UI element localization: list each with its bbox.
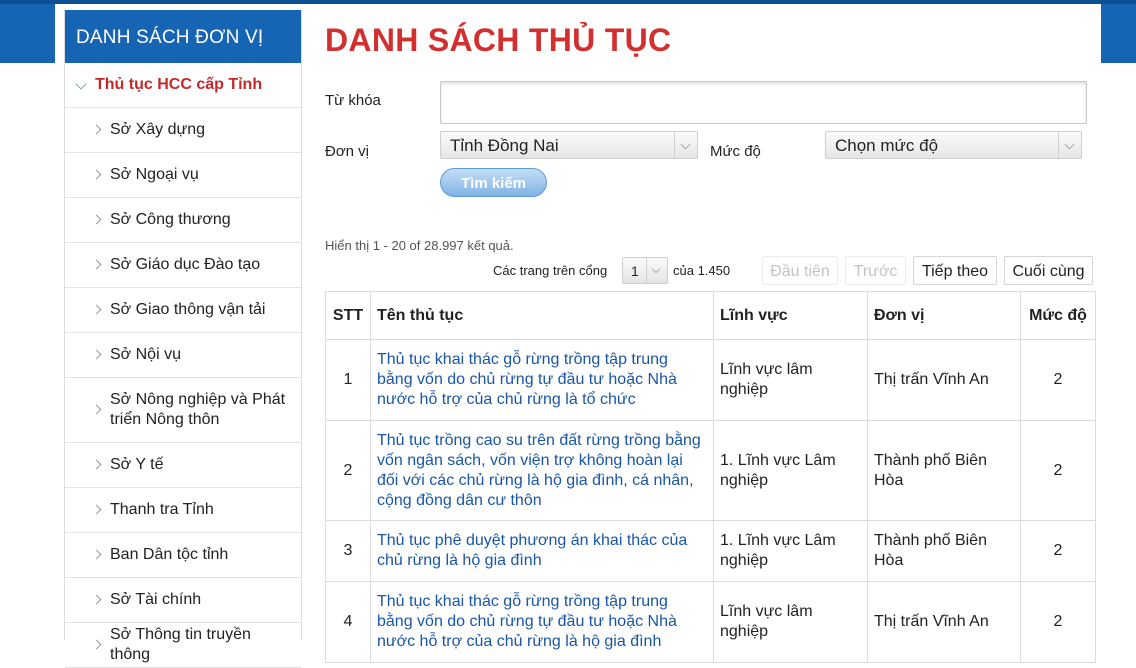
chevron-right-icon bbox=[91, 124, 102, 135]
chevron-right-icon bbox=[91, 214, 102, 225]
first-page-button[interactable]: Đầu tiên bbox=[762, 256, 838, 285]
page-title: DANH SÁCH THỦ TỤC bbox=[325, 22, 672, 58]
procedure-link[interactable]: Thủ tục khai thác gỗ rừng trồng tập trun… bbox=[370, 581, 714, 663]
sidebar-item-label: Sở Công thương bbox=[110, 211, 231, 228]
chevron-right-icon bbox=[91, 349, 102, 360]
results-summary: Hiển thị 1 - 20 of 28.997 kết quả. bbox=[325, 238, 514, 253]
table-row: 2 Thủ tục trồng cao su trên đất rừng trồ… bbox=[325, 420, 1096, 521]
chevron-right-icon bbox=[91, 169, 102, 180]
chevron-down-icon bbox=[674, 132, 697, 158]
pages-label: Các trang trên cổng bbox=[493, 263, 608, 278]
keyword-input[interactable] bbox=[440, 81, 1087, 124]
sidebar-item-label: Sở Nội vụ bbox=[110, 346, 181, 363]
sidebar-item-finance[interactable]: Sở Tài chính bbox=[65, 578, 301, 623]
chevron-right-icon bbox=[91, 504, 102, 515]
sidebar-item-inspectorate[interactable]: Thanh tra Tỉnh bbox=[65, 488, 301, 533]
table-row: 1 Thủ tục khai thác gỗ rừng trồng tập tr… bbox=[325, 339, 1096, 421]
cell-level: 2 bbox=[1020, 581, 1096, 663]
cell-field: Lĩnh vực lâm nghiệp bbox=[713, 581, 868, 663]
sidebar-item-label: Sở Ngoại vụ bbox=[110, 166, 199, 183]
page-number-value: 1 bbox=[631, 263, 639, 279]
sidebar-item-label: Sở Y tế bbox=[110, 456, 164, 473]
chevron-right-icon bbox=[91, 594, 102, 605]
cell-level: 2 bbox=[1020, 420, 1096, 521]
procedure-link[interactable]: Thủ tục trồng cao su trên đất rừng trồng… bbox=[370, 420, 714, 521]
cell-level: 2 bbox=[1020, 520, 1096, 582]
cell-level: 2 bbox=[1020, 339, 1096, 421]
last-page-button[interactable]: Cuối cùng bbox=[1004, 256, 1093, 285]
col-header-unit: Đơn vị bbox=[867, 291, 1021, 340]
level-label: Mức độ bbox=[710, 143, 761, 160]
sidebar-item-label: Ban Dân tộc tỉnh bbox=[110, 546, 229, 563]
sidebar-item-label: Sở Tài chính bbox=[110, 591, 202, 608]
chevron-right-icon bbox=[91, 259, 102, 270]
col-header-field: Lĩnh vực bbox=[713, 291, 868, 340]
sidebar-item-construction[interactable]: Sở Xây dựng bbox=[65, 108, 301, 153]
sidebar-item-label: Sở Thông tin truyền thông bbox=[110, 626, 251, 663]
table-row: 3 Thủ tục phê duyệt phương án khai thác … bbox=[325, 520, 1096, 582]
chevron-right-icon bbox=[91, 639, 102, 650]
sidebar-item-foreign-affairs[interactable]: Sở Ngoại vụ bbox=[65, 153, 301, 198]
procedure-link[interactable]: Thủ tục phê duyệt phương án khai thác củ… bbox=[370, 520, 714, 582]
total-pages-text: của 1.450 bbox=[673, 263, 731, 278]
cell-stt: 2 bbox=[325, 420, 371, 521]
cell-unit: Thị trấn Vĩnh An bbox=[867, 581, 1021, 663]
procedures-table: STT Tên thủ tục Lĩnh vực Đơn vị Mức độ 1… bbox=[325, 291, 1096, 663]
col-header-level: Mức độ bbox=[1020, 291, 1096, 340]
sidebar-item-home-affairs[interactable]: Sở Nội vụ bbox=[65, 333, 301, 378]
procedure-link[interactable]: Thủ tục khai thác gỗ rừng trồng tập trun… bbox=[370, 339, 714, 421]
sidebar-header: DANH SÁCH ĐƠN VỊ bbox=[65, 10, 301, 63]
sidebar-item-information-communications[interactable]: Sở Thông tin truyền thông bbox=[65, 623, 301, 668]
table-header-row: STT Tên thủ tục Lĩnh vực Đơn vị Mức độ bbox=[325, 291, 1096, 340]
chevron-down-icon bbox=[646, 258, 667, 283]
cell-field: 1. Lĩnh vực Lâm nghiệp bbox=[713, 420, 868, 521]
table-row: 4 Thủ tục khai thác gỗ rừng trồng tập tr… bbox=[325, 581, 1096, 663]
cell-field: Lĩnh vực lâm nghiệp bbox=[713, 339, 868, 421]
sidebar-item-ethnic-affairs[interactable]: Ban Dân tộc tỉnh bbox=[65, 533, 301, 578]
level-select-value: Chọn mức độ bbox=[835, 136, 939, 155]
chevron-right-icon bbox=[91, 404, 102, 415]
unit-select-value: Tỉnh Đồng Nai bbox=[450, 136, 559, 155]
chevron-right-icon bbox=[91, 459, 102, 470]
next-page-button[interactable]: Tiếp theo bbox=[913, 256, 997, 285]
sidebar-item-health[interactable]: Sở Y tế bbox=[65, 443, 301, 488]
cell-stt: 3 bbox=[325, 520, 371, 582]
chevron-right-icon bbox=[91, 549, 102, 560]
cell-unit: Thị trấn Vĩnh An bbox=[867, 339, 1021, 421]
sidebar-item-industry-trade[interactable]: Sở Công thương bbox=[65, 198, 301, 243]
level-select[interactable]: Chọn mức độ bbox=[825, 131, 1082, 159]
sidebar-item-label: Thủ tục HCC cấp Tỉnh bbox=[95, 76, 263, 93]
cell-stt: 1 bbox=[325, 339, 371, 421]
sidebar-item-transport[interactable]: Sở Giao thông vận tải bbox=[65, 288, 301, 333]
sidebar-item-label: Sở Nông nghiệp và Phát triển Nông thôn bbox=[110, 391, 286, 428]
prev-page-button[interactable]: Trước bbox=[845, 256, 906, 285]
cell-field: 1. Lĩnh vực Lâm nghiệp bbox=[713, 520, 868, 582]
chevron-down-icon bbox=[1058, 132, 1081, 158]
chevron-right-icon bbox=[91, 304, 102, 315]
keyword-label: Từ khóa bbox=[325, 92, 381, 109]
unit-label: Đơn vị bbox=[325, 143, 370, 160]
cell-stt: 4 bbox=[325, 581, 371, 663]
sidebar-item-label: Sở Xây dựng bbox=[110, 121, 206, 138]
cell-unit: Thành phố Biên Hòa bbox=[867, 520, 1021, 582]
sidebar-item-agriculture[interactable]: Sở Nông nghiệp và Phát triển Nông thôn bbox=[65, 378, 301, 443]
sidebar-item-label: Sở Giao thông vận tải bbox=[110, 301, 266, 318]
chevron-down-icon bbox=[75, 78, 87, 90]
search-button[interactable]: Tìm kiếm bbox=[440, 168, 547, 197]
col-header-stt: STT bbox=[325, 291, 371, 340]
unit-select[interactable]: Tỉnh Đồng Nai bbox=[440, 131, 698, 159]
sidebar-item-label: Thanh tra Tỉnh bbox=[110, 501, 214, 518]
sidebar-item-label: Sở Giáo dục Đào tạo bbox=[110, 256, 261, 273]
sidebar-item-provincial-procedures[interactable]: Thủ tục HCC cấp Tỉnh bbox=[65, 63, 301, 108]
cell-unit: Thành phố Biên Hòa bbox=[867, 420, 1021, 521]
col-header-name: Tên thủ tục bbox=[370, 291, 714, 340]
sidebar: DANH SÁCH ĐƠN VỊ Thủ tục HCC cấp Tỉnh Sở… bbox=[64, 10, 302, 668]
sidebar-item-education[interactable]: Sở Giáo dục Đào tạo bbox=[65, 243, 301, 288]
page-number-select[interactable]: 1 bbox=[622, 257, 668, 284]
